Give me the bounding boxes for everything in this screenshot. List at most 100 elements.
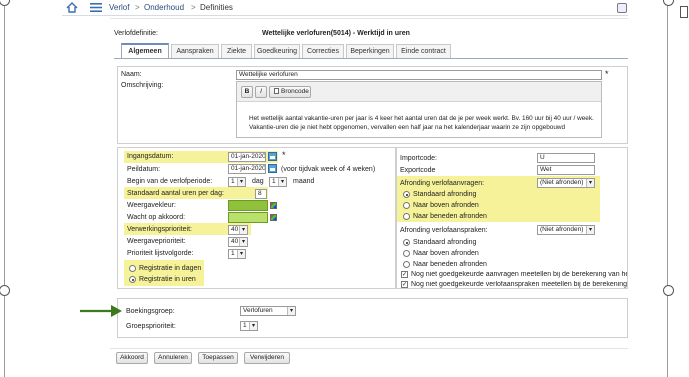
source-icon — [274, 88, 279, 94]
color-picker-icon[interactable] — [270, 202, 277, 209]
tab-ziekte[interactable]: Ziekte — [221, 44, 252, 58]
chevron-down-icon: ▾ — [237, 250, 245, 258]
weergavekleur-swatch[interactable] — [228, 200, 268, 211]
importcode-label: Importcode: — [400, 155, 437, 162]
home-icon[interactable] — [66, 2, 78, 13]
resize-handle-mid-right[interactable] — [663, 285, 674, 296]
checkbox-aanvragen-meetellen[interactable]: ✓ — [401, 271, 408, 278]
chevron-down-icon: ▾ — [287, 307, 295, 315]
side-panel-icon[interactable] — [680, 6, 688, 18]
required-mark: * — [282, 150, 286, 160]
chevron-down-icon: ▾ — [249, 322, 257, 330]
toepassen-button[interactable]: Toepassen — [198, 352, 238, 364]
required-mark: * — [605, 69, 609, 79]
registratie-dagen-label: Registratie in dagen — [139, 265, 202, 272]
afronding-aanvragen-label: Afronding verlofaanvragen: — [400, 180, 485, 187]
verwijderen-button[interactable]: Verwijderen — [244, 352, 290, 364]
naam-input[interactable]: Wettelijke verlofuren — [236, 70, 602, 80]
hamburger-menu-icon[interactable] — [90, 3, 102, 12]
chevron-down-icon: ▾ — [239, 238, 247, 246]
boekingsgroep-select[interactable]: Verlofuren ▾ — [240, 306, 296, 316]
naar-beneden-label: Naar beneden afronden — [413, 213, 487, 220]
boekingsgroep-section — [117, 298, 628, 338]
annuleren-button[interactable]: Annuleren — [154, 352, 192, 364]
calendar-icon[interactable] — [268, 164, 277, 173]
page-title: Wettelijke verlofuren(5014) - Werktijd i… — [262, 30, 410, 37]
standaard-uren-input[interactable]: 8 — [255, 189, 267, 199]
importcode-input[interactable]: U — [537, 153, 595, 163]
afronding-aanvragen-select[interactable]: (Niet afronden) ▾ — [537, 178, 595, 188]
color-picker-icon[interactable] — [270, 214, 277, 221]
weergaveprioriteit-label: Weergaveprioriteit: — [127, 238, 186, 245]
checkbox-aanspraken-meetellen[interactable]: ✓ — [401, 281, 408, 288]
description-text-line-2: Vakantie-uren die je niet hebt opgenomen… — [249, 124, 566, 131]
italic-button[interactable]: I — [255, 86, 267, 98]
aanvragen-meetellen-label: Nog niet goedgekeurde aanvragen meetelle… — [411, 271, 627, 278]
peildatum-label: Peildatum: — [127, 166, 161, 173]
chevron-down-icon: ▾ — [237, 178, 245, 186]
radio-standaard-afronding-2[interactable] — [403, 239, 410, 246]
tab-beperkingen[interactable]: Beperkingen — [346, 44, 394, 58]
breadcrumb-definities: Definities — [200, 3, 233, 12]
radio-standaard-afronding[interactable] — [403, 191, 410, 198]
naar-boven-2-label: Naar boven afronden — [413, 250, 479, 257]
breadcrumb-onderhoud[interactable]: Onderhoud — [144, 3, 184, 12]
maand-label: maand — [293, 178, 315, 185]
chevron-down-icon: ▾ — [586, 179, 594, 187]
begin-verlofperiode-label: Begin van de verlofperiode: — [127, 178, 213, 185]
tab-goedkeuring[interactable]: Goedkeuring — [254, 44, 300, 58]
radio-naar-boven[interactable] — [403, 202, 410, 209]
calendar-icon[interactable] — [268, 152, 277, 161]
standaard-uren-label: Standaard aantal uren per dag: — [127, 190, 224, 197]
green-arrow-icon — [80, 305, 122, 317]
radio-naar-beneden-2[interactable] — [403, 261, 410, 268]
resize-handle-top-right[interactable] — [663, 0, 674, 6]
chevron-down-icon: ▾ — [278, 178, 286, 186]
prioriteit-lijstvolgorde-select[interactable]: 1 ▾ — [228, 249, 246, 259]
peildatum-note: (voor tijdvak week of 4 weken) — [281, 166, 376, 173]
naam-label: Naam: — [121, 71, 142, 78]
exportcode-input[interactable]: Wet — [537, 165, 595, 175]
tab-einde-contract[interactable]: Einde contract — [396, 44, 451, 58]
exportcode-label: Exportcode — [400, 167, 436, 174]
breadcrumb-separator: > — [135, 3, 140, 12]
tab-algemeen[interactable]: Algemeen — [121, 43, 169, 58]
aanspraken-meetellen-label: Nog niet goedgekeurde verlofaanspraken m… — [411, 281, 627, 288]
begin-maand-select[interactable]: 1 ▾ — [269, 177, 287, 187]
wacht-op-akkoord-swatch[interactable] — [228, 212, 268, 223]
radio-registratie-dagen[interactable] — [129, 265, 136, 272]
groepsprioriteit-label: Groepsprioriteit: — [126, 323, 176, 330]
source-button[interactable]: Broncode — [269, 86, 311, 98]
radio-naar-boven-2[interactable] — [403, 250, 410, 257]
definition-label: Verlofdefinitie: — [114, 30, 158, 37]
weergaveprioriteit-select[interactable]: 40 ▾ — [228, 237, 248, 247]
ingangsdatum-input[interactable]: 01-jan-2020 — [228, 152, 266, 162]
tab-underline — [114, 58, 628, 59]
radio-registratie-uren[interactable] — [129, 276, 136, 283]
afronding-aanspraken-select[interactable]: (Niet afronden) ▾ — [537, 225, 595, 235]
registratie-uren-label: Registratie in uren — [139, 276, 196, 283]
radio-naar-beneden[interactable] — [403, 213, 410, 220]
naar-boven-label: Naar boven afronden — [413, 202, 479, 209]
naar-beneden-2-label: Naar beneden afronden — [413, 261, 487, 268]
akkoord-button[interactable]: Akkoord — [116, 352, 148, 364]
chevron-down-icon: ▾ — [586, 226, 594, 234]
weergavekleur-label: Weergavekleur: — [127, 202, 176, 209]
standaard-afronding-label: Standaard afronding — [413, 191, 477, 198]
top-right-icon[interactable] — [617, 3, 627, 13]
groepsprioriteit-select[interactable]: 1 ▾ — [240, 321, 258, 331]
afronding-aanspraken-label: Afronding verlofaanspraken: — [400, 227, 488, 234]
tab-aanspraken[interactable]: Aanspraken — [171, 44, 219, 58]
ingangsdatum-label: Ingangsdatum: — [127, 153, 174, 160]
description-text-line-1: Het wettelijk aantal vakantie-uren per j… — [249, 115, 594, 122]
boekingsgroep-label: Boekingsgroep: — [126, 308, 175, 315]
begin-dag-select[interactable]: 1 ▾ — [228, 177, 246, 187]
omschrijving-label: Omschrijving: — [121, 82, 164, 89]
breadcrumb-verlof[interactable]: Verlof — [109, 3, 129, 12]
bold-button[interactable]: B — [241, 86, 253, 98]
dag-label: dag — [252, 178, 264, 185]
tab-correcties[interactable]: Correcties — [302, 44, 344, 58]
prioriteit-lijstvolgorde-label: Prioriteit lijstvolgorde: — [127, 250, 194, 257]
verwerkingsprioriteit-select[interactable]: 40 ▾ — [228, 225, 248, 235]
peildatum-input[interactable]: 01-jan-2020 — [228, 164, 266, 174]
